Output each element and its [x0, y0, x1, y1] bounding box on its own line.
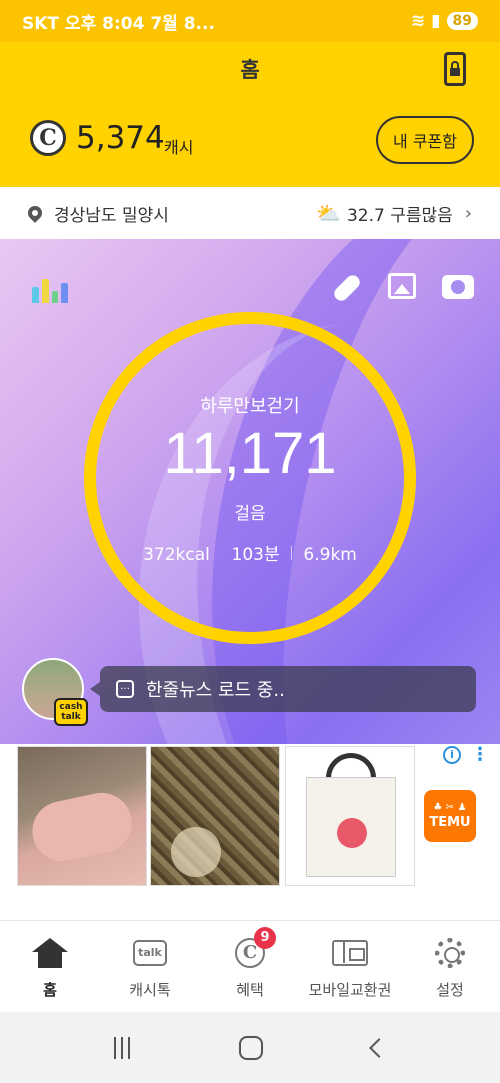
- nav-settings-label: 설정: [436, 981, 464, 999]
- ad-banner[interactable]: i ⋮ ♣ ✂ ♟ TEMU: [0, 744, 500, 920]
- weather-info[interactable]: ⛅ 32.7 구름많음 ›: [316, 201, 472, 226]
- ad-product-image[interactable]: [150, 746, 280, 886]
- partly-cloudy-icon: ⛅: [316, 201, 341, 225]
- cashtalk-badge-line2: talk: [61, 712, 81, 722]
- nav-mobile-voucher-label: 모바일교환권: [308, 981, 392, 999]
- nav-home-label: 홈: [43, 981, 57, 999]
- system-home-icon[interactable]: [238, 1035, 263, 1060]
- location-pin-icon: [25, 203, 45, 223]
- app-header: 홈 C 5,374 캐시 내 쿠폰함: [0, 42, 500, 187]
- temu-brand: TEMU: [429, 815, 471, 830]
- nav-benefits[interactable]: C 9 혜택: [200, 921, 300, 1012]
- pedometer-panel: 하루만보걷기 11,171 걸음 372kcal 103분 6.9km cash…: [0, 239, 500, 744]
- tote-bag-shape: [306, 777, 396, 877]
- cashtalk-badge-line1: cash: [59, 702, 83, 712]
- kcal-value: 372kcal: [143, 545, 210, 565]
- system-navigation-bar: [0, 1012, 500, 1083]
- signal-icon: ▮: [431, 11, 441, 31]
- stats-chart-icon[interactable]: [32, 271, 68, 303]
- step-count: 11,171: [163, 421, 337, 486]
- nav-home[interactable]: 홈: [0, 921, 100, 1012]
- step-unit: 걸음: [234, 504, 266, 524]
- recent-apps-icon[interactable]: [114, 1036, 131, 1059]
- camera-icon[interactable]: [442, 275, 474, 299]
- nav-mobile-voucher[interactable]: 모바일교환권: [300, 921, 400, 1012]
- news-bubble[interactable]: … 한줄뉴스 로드 중..: [90, 666, 476, 712]
- lock-screen-icon[interactable]: [444, 52, 466, 86]
- cash-unit: 캐시: [164, 138, 194, 157]
- home-icon: [32, 938, 68, 968]
- status-icons: ≋ ▮ 89: [411, 11, 478, 31]
- chevron-right-icon: ›: [464, 202, 472, 224]
- image-icon[interactable]: [388, 273, 416, 299]
- location-weather-bar[interactable]: 경상남도 밀양시 ⛅ 32.7 구름많음 ›: [0, 187, 500, 239]
- notification-badge: 9: [254, 927, 276, 949]
- page-title: 홈: [240, 58, 260, 82]
- sandal-shape: [26, 787, 138, 867]
- temu-logo[interactable]: ♣ ✂ ♟ TEMU: [424, 790, 476, 842]
- wifi-icon: ≋: [410, 11, 426, 31]
- minutes-value: 103분: [231, 545, 280, 565]
- temu-logo-icons: ♣ ✂ ♟: [433, 802, 467, 813]
- talk-icon: talk: [133, 940, 167, 966]
- distance-value: 6.9km: [303, 545, 357, 565]
- battery-indicator: 89: [446, 12, 478, 30]
- weather-text: 32.7 구름많음: [346, 205, 453, 226]
- ad-product-image[interactable]: [285, 746, 415, 886]
- status-carrier-time: SKT 오후 8:04 7월 8...: [22, 13, 215, 34]
- pedometer-label: 하루만보걷기: [200, 396, 300, 417]
- ad-product-image[interactable]: [17, 746, 147, 886]
- ellipsis-icon: …: [116, 680, 134, 698]
- nav-settings[interactable]: 설정: [400, 921, 500, 1012]
- cash-amount[interactable]: 5,374: [76, 120, 165, 156]
- bottom-navigation: 홈 talk 캐시톡 C 9 혜택 모바일교환권 설정: [0, 920, 500, 1012]
- nav-cashtalk[interactable]: talk 캐시톡: [100, 921, 200, 1012]
- divider: [291, 546, 293, 560]
- cash-coin-icon: C: [30, 120, 66, 156]
- news-text: 한줄뉴스 로드 중..: [146, 680, 285, 701]
- voucher-icon: [332, 940, 368, 966]
- activity-stats: 372kcal 103분 6.9km: [0, 540, 500, 565]
- nav-cashtalk-label: 캐시톡: [129, 981, 171, 999]
- gear-icon: [435, 938, 465, 968]
- back-icon[interactable]: [368, 1037, 389, 1058]
- cashtalk-badge: cash talk: [54, 698, 88, 726]
- more-vertical-icon[interactable]: ⋮: [471, 746, 489, 764]
- nav-benefits-label: 혜택: [236, 981, 264, 999]
- status-bar: SKT 오후 8:04 7월 8... ≋ ▮ 89: [0, 0, 500, 42]
- ad-info-icon[interactable]: i: [443, 746, 461, 764]
- basket-bag-shape: [171, 827, 221, 877]
- location-name: 경상남도 밀양시: [54, 205, 169, 226]
- my-coupons-button[interactable]: 내 쿠폰함: [376, 116, 474, 164]
